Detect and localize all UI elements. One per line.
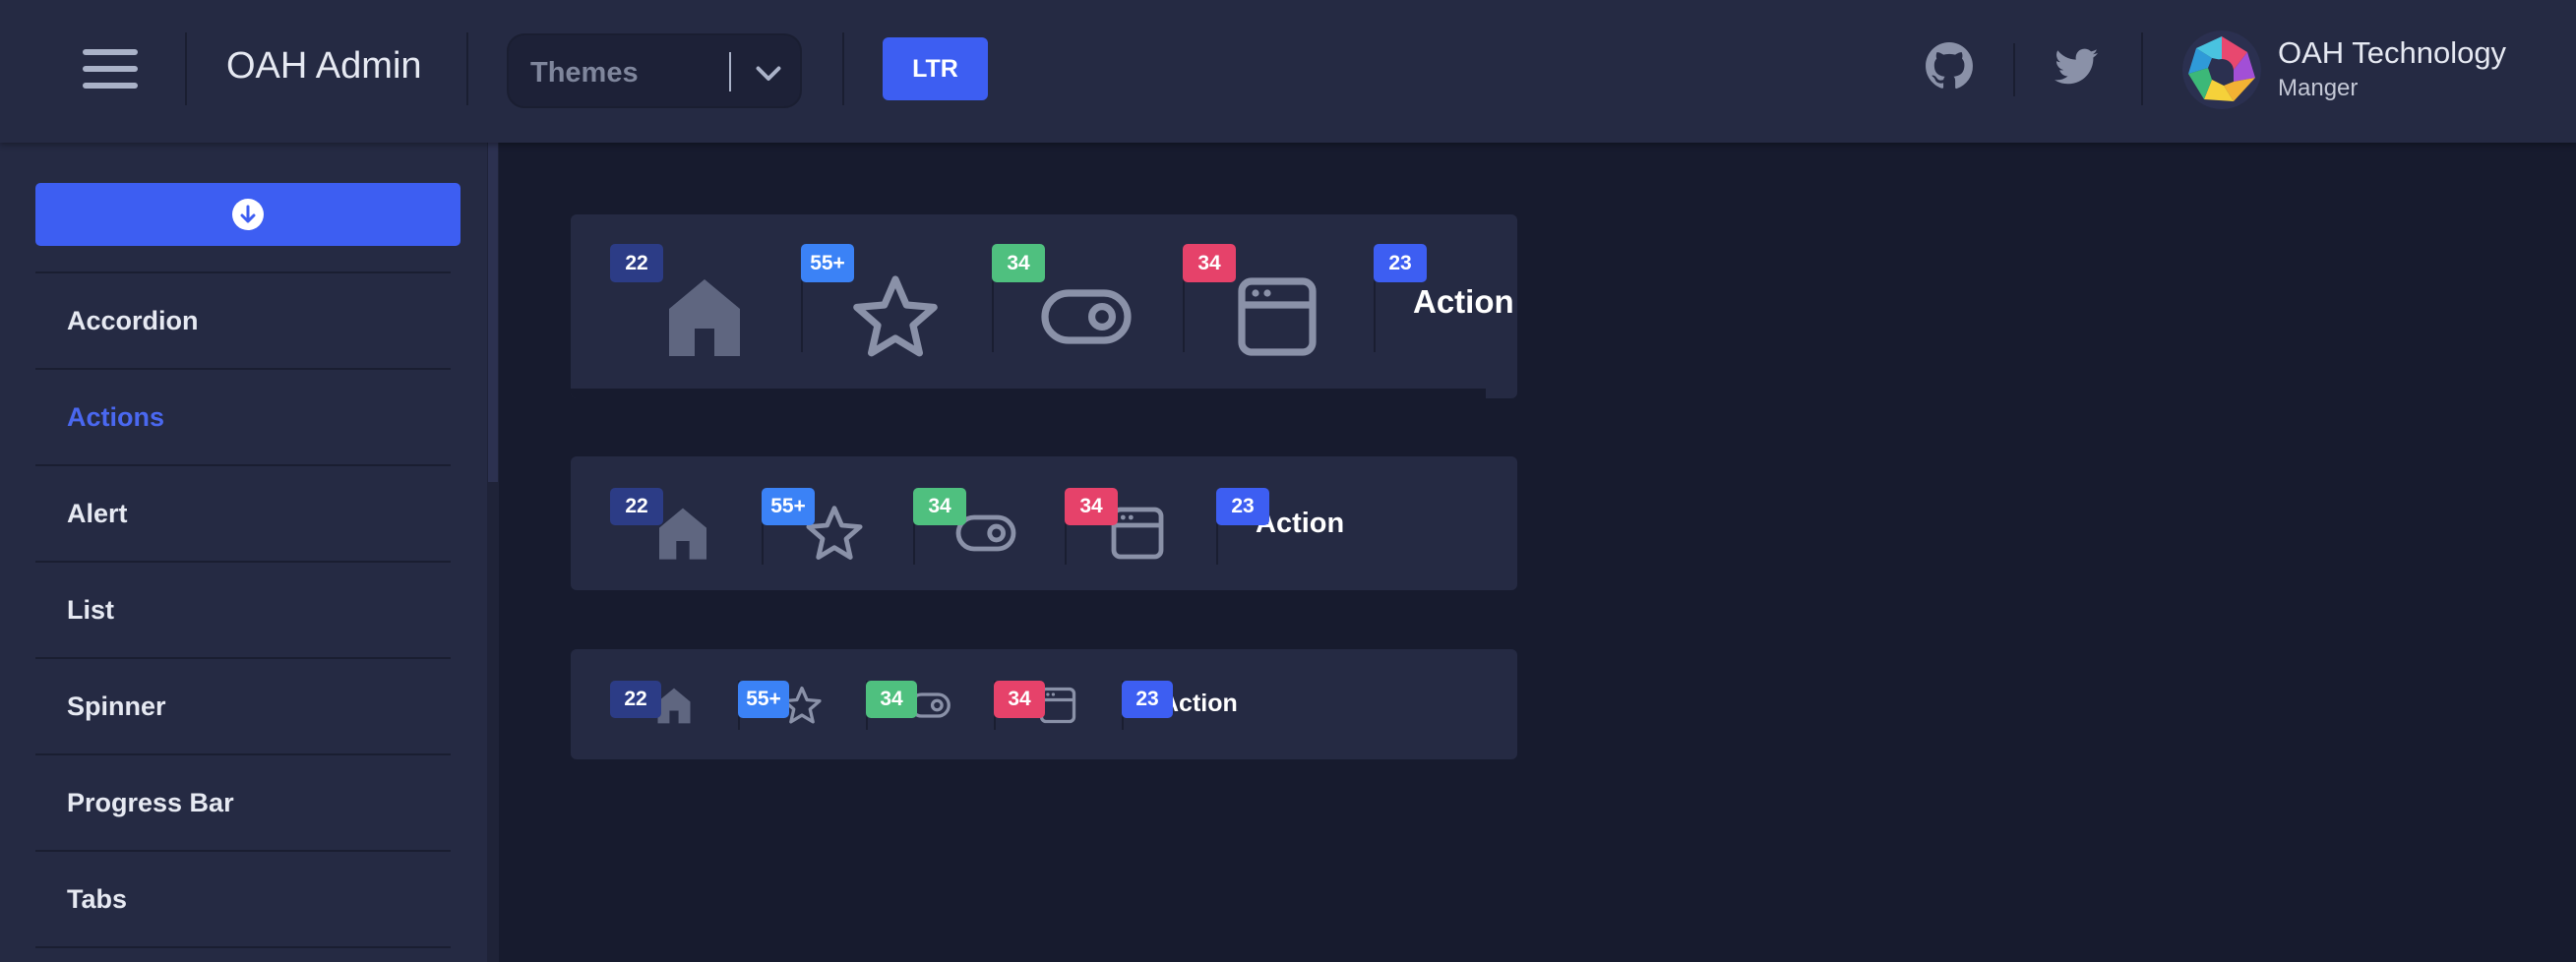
action-window[interactable]: 34 xyxy=(994,681,1122,730)
home-icon xyxy=(669,279,740,356)
sidebar-item-divider-end xyxy=(35,946,451,950)
sidebar-menu: Accordion Actions Alert List Spinner Pro… xyxy=(35,271,451,950)
actions-group-small: 22 55+ 34 34 23 Action xyxy=(571,649,1517,759)
badge-count: 34 xyxy=(913,488,966,525)
horizontal-scrollbar[interactable] xyxy=(571,389,1486,398)
select-separator xyxy=(729,52,731,91)
action-window[interactable]: 34 xyxy=(1183,244,1374,372)
sidebar-item-actions[interactable]: Actions xyxy=(35,368,451,464)
browser-window-icon xyxy=(1238,277,1317,356)
sidebar-item-progress-bar[interactable]: Progress Bar xyxy=(35,753,451,850)
action-star[interactable]: 55+ xyxy=(762,488,913,576)
action-star[interactable]: 55+ xyxy=(801,244,992,372)
badge-count: 22 xyxy=(610,681,661,718)
user-role: Manger xyxy=(2278,75,2359,101)
badge-count: 55+ xyxy=(762,488,815,525)
header-divider xyxy=(466,32,468,105)
actions-group-medium: 22 55+ 34 34 23 Action xyxy=(571,456,1517,590)
action-text[interactable]: 23 Action xyxy=(1374,244,1517,372)
star-icon xyxy=(853,275,938,357)
sidebar-item-alert[interactable]: Alert xyxy=(35,464,451,561)
hamburger-menu-icon[interactable] xyxy=(83,49,138,89)
badge-count: 22 xyxy=(610,488,663,525)
action-text[interactable]: 23 Action xyxy=(1216,488,1368,576)
action-text[interactable]: 23 Action xyxy=(1122,681,1250,730)
action-star[interactable]: 55+ xyxy=(738,681,866,730)
action-label: Action xyxy=(1413,283,1514,320)
badge-count: 34 xyxy=(992,244,1045,282)
action-window[interactable]: 34 xyxy=(1065,488,1216,576)
twitter-icon[interactable] xyxy=(2055,44,2100,90)
badge-count: 34 xyxy=(866,681,917,718)
sidebar: Accordion Actions Alert List Spinner Pro… xyxy=(0,143,499,962)
action-toggle[interactable]: 34 xyxy=(866,681,994,730)
arrow-down-circle-icon xyxy=(232,199,264,230)
action-toggle[interactable]: 34 xyxy=(913,488,1065,576)
action-home[interactable]: 22 xyxy=(610,681,738,730)
top-header: OAH Admin Themes LTR OAH Technology Mang… xyxy=(0,0,2576,143)
github-icon[interactable] xyxy=(1925,41,1974,90)
badge-count: 55+ xyxy=(801,244,854,282)
themes-select[interactable]: Themes xyxy=(507,33,802,108)
badge-count: 34 xyxy=(994,681,1045,718)
user-avatar[interactable] xyxy=(2182,30,2261,109)
badge-count: 23 xyxy=(1374,244,1427,282)
sidebar-download-button[interactable] xyxy=(35,183,460,246)
app-title: OAH Admin xyxy=(226,45,422,87)
header-divider xyxy=(185,32,187,105)
badge-count: 23 xyxy=(1216,488,1269,525)
badge-count: 55+ xyxy=(738,681,789,718)
chevron-down-icon xyxy=(756,66,781,81)
user-name: OAH Technology xyxy=(2278,35,2507,70)
toggle-icon xyxy=(1041,289,1132,344)
sidebar-item-accordion[interactable]: Accordion xyxy=(35,271,451,368)
action-home[interactable]: 22 xyxy=(610,244,801,372)
sidebar-item-tabs[interactable]: Tabs xyxy=(35,850,451,946)
action-home[interactable]: 22 xyxy=(610,488,762,576)
header-divider xyxy=(2013,43,2015,96)
action-toggle[interactable]: 34 xyxy=(992,244,1183,372)
badge-count: 23 xyxy=(1122,681,1173,718)
sidebar-item-spinner[interactable]: Spinner xyxy=(35,657,451,753)
badge-count: 34 xyxy=(1183,244,1236,282)
sidebar-scrollbar-thumb[interactable] xyxy=(488,143,498,482)
sidebar-item-list[interactable]: List xyxy=(35,561,451,657)
badge-count: 22 xyxy=(610,244,663,282)
header-divider xyxy=(842,32,844,105)
header-divider xyxy=(2141,32,2143,105)
actions-group-large: 22 55+ 34 34 23 Action xyxy=(571,214,1517,398)
themes-select-value: Themes xyxy=(530,57,639,89)
ltr-direction-button[interactable]: LTR xyxy=(883,37,988,100)
badge-count: 34 xyxy=(1065,488,1118,525)
